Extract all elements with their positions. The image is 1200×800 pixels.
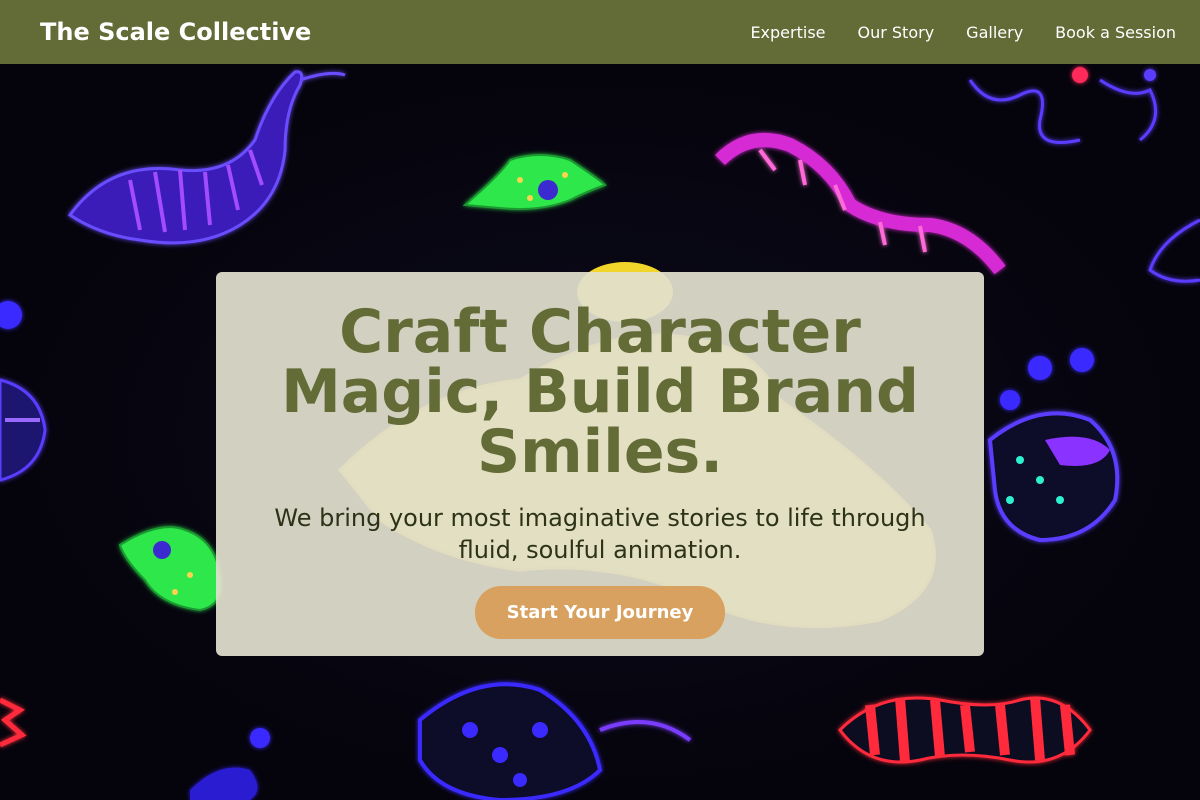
hero-card: Craft Character Magic, Build Brand Smile… — [216, 272, 984, 656]
green-left-creature-drawing — [118, 526, 222, 612]
green-critter-drawing — [462, 154, 607, 210]
right-creature-drawing — [987, 348, 1120, 543]
nav-link-book-session[interactable]: Book a Session — [1055, 23, 1176, 42]
nav-link-gallery[interactable]: Gallery — [966, 23, 1023, 42]
blue-spotted-creature-drawing — [418, 682, 692, 800]
red-striped-creature-drawing — [838, 696, 1092, 764]
nav-link-expertise[interactable]: Expertise — [750, 23, 825, 42]
squiggle-drawing — [968, 67, 1158, 144]
main-nav: Expertise Our Story Gallery Book a Sessi… — [718, 23, 1176, 42]
nav-link-our-story[interactable]: Our Story — [858, 23, 935, 42]
left-edge-creature-drawing — [0, 301, 47, 482]
site-header: The Scale Collective Expertise Our Story… — [0, 0, 1200, 64]
hero-headline: Craft Character Magic, Build Brand Smile… — [281, 297, 919, 487]
purple-dinosaur-drawing — [67, 70, 346, 245]
hero-subtitle: We bring your most imaginative stories t… — [274, 504, 926, 564]
right-edge-squiggle-drawing — [1148, 218, 1200, 283]
bottom-left-creature-drawing — [0, 697, 270, 800]
magenta-creature-drawing — [715, 133, 1006, 275]
start-journey-button[interactable]: Start Your Journey — [475, 586, 725, 639]
brand-logo[interactable]: The Scale Collective — [40, 18, 311, 46]
